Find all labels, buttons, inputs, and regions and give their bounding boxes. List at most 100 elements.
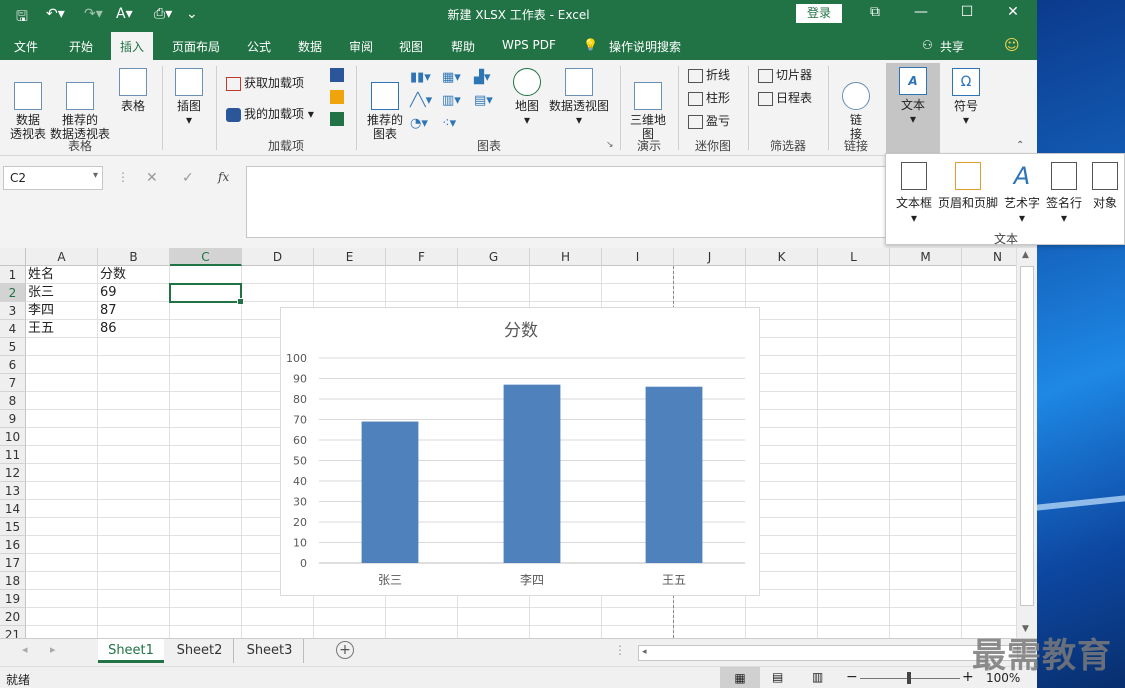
tab-data[interactable]: 数据	[298, 38, 322, 55]
recommended-pivot-button[interactable]: 推荐的 数据透视表	[48, 68, 112, 141]
cell-A1[interactable]: 姓名	[26, 266, 54, 284]
column-header-M[interactable]: M	[890, 248, 962, 266]
object-button[interactable]: 对象	[1086, 162, 1124, 211]
3d-map-button[interactable]: 三维地 图	[628, 68, 668, 141]
row-header-3[interactable]: 3	[0, 302, 26, 320]
scroll-up-icon[interactable]: ▲	[1022, 250, 1029, 260]
row-header-4[interactable]: 4	[0, 320, 26, 338]
scatter-chart-icon[interactable]: ⁖▾	[442, 116, 456, 131]
my-addins-button[interactable]: 我的加载项 ▾	[226, 107, 314, 122]
tab-split-handle[interactable]: ⋮	[614, 643, 626, 657]
table-button[interactable]: 表格	[114, 68, 152, 113]
insert-function-icon[interactable]: fx	[218, 170, 229, 184]
page-layout-view-icon[interactable]: ▤	[772, 670, 783, 684]
row-header-12[interactable]: 12	[0, 464, 26, 482]
row-header-10[interactable]: 10	[0, 428, 26, 446]
people-graph-icon[interactable]	[330, 112, 344, 126]
close-button[interactable]: ✕	[998, 4, 1028, 20]
minimize-button[interactable]: —	[906, 4, 936, 20]
cell-A3[interactable]: 李四	[26, 302, 54, 320]
tab-wps-pdf[interactable]: WPS PDF	[502, 38, 556, 52]
tab-page-layout[interactable]: 页面布局	[172, 38, 220, 55]
page-break-view-icon[interactable]: ▥	[812, 670, 823, 684]
row-header-5[interactable]: 5	[0, 338, 26, 356]
sheet-prev-icon[interactable]: ◂	[22, 643, 28, 656]
tab-review[interactable]: 审阅	[349, 38, 373, 55]
link-button[interactable]: 链 接	[838, 68, 874, 141]
cell-B3[interactable]: 87	[98, 302, 117, 320]
visio-icon[interactable]	[330, 68, 344, 82]
column-header-A[interactable]: A	[26, 248, 98, 266]
column-header-C[interactable]: C	[170, 248, 242, 266]
bar-chart[interactable]: 分数 0 10 20 30 40 50 60 70 80 90 100 张三 李四 王五	[280, 307, 760, 596]
symbols-button[interactable]: Ω 符号 ▾	[946, 68, 986, 127]
column-header-F[interactable]: F	[386, 248, 458, 266]
row-header-8[interactable]: 8	[0, 392, 26, 410]
name-box[interactable]: C2 ▾	[3, 166, 103, 190]
sparkline-line-button[interactable]: 折线	[688, 68, 730, 83]
row-header-14[interactable]: 14	[0, 500, 26, 518]
vertical-scrollbar[interactable]: ▲ ▼	[1016, 248, 1037, 638]
sheet-tab-sheet3[interactable]: Sheet3	[236, 639, 304, 663]
illustrations-button[interactable]: 插图 ▾	[170, 68, 208, 127]
row-header-1[interactable]: 1	[0, 266, 26, 284]
maximize-button[interactable]: ☐	[952, 4, 982, 20]
selected-cell-C2[interactable]	[169, 283, 244, 305]
column-chart-icon[interactable]: ▮▮▾	[410, 70, 431, 85]
sheet-tab-sheet1[interactable]: Sheet1	[98, 639, 164, 663]
hierarchy-chart-icon[interactable]: ▦▾	[442, 70, 461, 85]
column-header-H[interactable]: H	[530, 248, 602, 266]
sheet-next-icon[interactable]: ▸	[50, 643, 56, 656]
statistic-chart-icon[interactable]: ▟▾	[474, 70, 491, 85]
row-header-2[interactable]: 2	[0, 284, 26, 302]
cancel-icon[interactable]: ✕	[146, 170, 158, 186]
text-button[interactable]: A 文本 ▾	[886, 63, 940, 153]
row-header-13[interactable]: 13	[0, 482, 26, 500]
textbox-button[interactable]: 文本框 ▾	[894, 162, 934, 225]
pivot-chart-button[interactable]: 数据透视图 ▾	[548, 68, 610, 127]
row-header-16[interactable]: 16	[0, 536, 26, 554]
cell-A4[interactable]: 王五	[26, 320, 54, 338]
zoom-out-icon[interactable]: −	[846, 669, 858, 685]
row-header-7[interactable]: 7	[0, 374, 26, 392]
sparkline-column-button[interactable]: 柱形	[688, 91, 730, 106]
column-header-G[interactable]: G	[458, 248, 530, 266]
column-header-I[interactable]: I	[602, 248, 674, 266]
tab-formulas[interactable]: 公式	[247, 38, 271, 55]
maps-button[interactable]: 地图 ▾	[510, 68, 544, 127]
bing-icon[interactable]	[330, 90, 344, 104]
recommended-charts-button[interactable]: 推荐的 图表	[364, 68, 406, 141]
tab-view[interactable]: 视图	[399, 38, 423, 55]
row-header-19[interactable]: 19	[0, 590, 26, 608]
row-header-15[interactable]: 15	[0, 518, 26, 536]
sparkline-winloss-button[interactable]: 盈亏	[688, 114, 730, 129]
row-header-6[interactable]: 6	[0, 356, 26, 374]
line-chart-icon[interactable]: ╱╲▾	[410, 93, 432, 108]
wordart-button[interactable]: A 艺术字 ▾	[1002, 162, 1042, 225]
tab-file[interactable]: 文件	[14, 38, 38, 55]
column-header-D[interactable]: D	[242, 248, 314, 266]
dialog-launcher-icon[interactable]: ↘	[606, 140, 614, 150]
row-header-21[interactable]: 21	[0, 626, 26, 638]
header-footer-button[interactable]: 页眉和页脚	[936, 162, 1000, 211]
horizontal-scrollbar[interactable]: ◂	[638, 645, 1018, 661]
scroll-left-icon[interactable]: ◂	[642, 647, 647, 657]
select-all-corner[interactable]	[0, 248, 26, 266]
row-header-18[interactable]: 18	[0, 572, 26, 590]
column-header-N[interactable]: N	[962, 248, 1016, 266]
vertical-scroll-thumb[interactable]	[1020, 266, 1034, 606]
tab-insert[interactable]: 插入	[111, 32, 154, 60]
cell-B4[interactable]: 86	[98, 320, 117, 338]
row-header-20[interactable]: 20	[0, 608, 26, 626]
ribbon-display-options-icon[interactable]: ⧉	[860, 4, 890, 20]
tell-me-search[interactable]: 操作说明搜索	[609, 38, 681, 55]
get-addins-button[interactable]: 获取加载项	[226, 76, 304, 91]
tab-home[interactable]: 开始	[69, 38, 93, 55]
row-header-11[interactable]: 11	[0, 446, 26, 464]
cell-B1[interactable]: 分数	[98, 266, 126, 284]
normal-view-icon[interactable]: ▦	[720, 667, 760, 688]
combo-chart-icon[interactable]: ▤▾	[474, 93, 493, 108]
column-header-L[interactable]: L	[818, 248, 890, 266]
column-header-B[interactable]: B	[98, 248, 170, 266]
timeline-button[interactable]: 日程表	[758, 91, 812, 106]
